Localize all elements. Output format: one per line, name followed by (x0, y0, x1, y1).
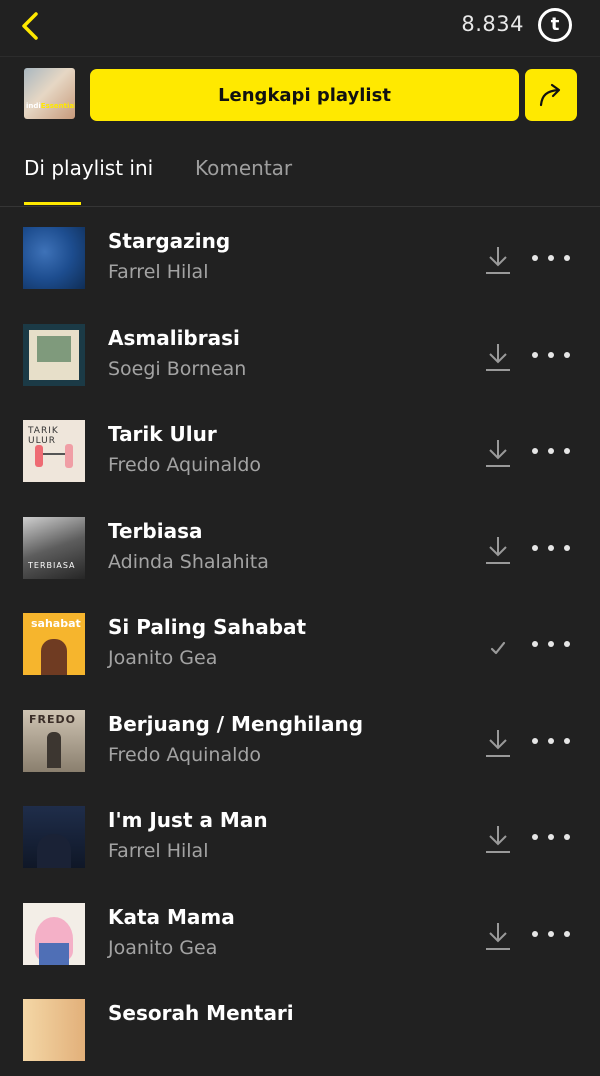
song-artist: Farrel Hilal (108, 261, 209, 283)
more-options-icon[interactable] (532, 633, 570, 655)
song-cover (23, 323, 85, 386)
more-options-icon[interactable] (532, 440, 570, 462)
coin-count: 8.834 (461, 12, 524, 36)
song-row[interactable]: sahabat Si Paling Sahabat Joanito Gea (0, 593, 600, 690)
song-row[interactable]: TARIK ULUR Tarik Ulur Fredo Aquinaldo (0, 400, 600, 497)
song-cover (23, 999, 85, 1061)
complete-playlist-button[interactable]: Lengkapi playlist (90, 69, 519, 121)
song-cover (23, 227, 85, 289)
tab-comments[interactable]: Komentar (195, 156, 292, 180)
song-cover: FREDO (23, 709, 85, 772)
song-cover: TERBIASA (23, 516, 85, 579)
song-title: Tarik Ulur (108, 422, 217, 446)
song-title: Si Paling Sahabat (108, 615, 307, 639)
song-title: Asmalibrasi (108, 325, 240, 350)
song-row[interactable]: TERBIASA Terbiasa Adinda Shalahita (0, 497, 600, 594)
tab-in-playlist[interactable]: Di playlist ini (24, 156, 153, 180)
download-icon[interactable] (484, 728, 512, 760)
playlist-cover-label: indiEssentials (26, 102, 75, 110)
song-cover (23, 806, 85, 868)
more-options-icon[interactable] (532, 923, 570, 945)
song-list: Stargazing Farrel Hilal Asmalibrasi Soeg… (0, 207, 600, 1076)
song-cover: sahabat (23, 613, 85, 675)
song-artist: Joanito Gea (108, 936, 218, 959)
song-cover (23, 902, 85, 965)
song-row[interactable]: Asmalibrasi Soegi Bornean (0, 304, 600, 401)
more-options-icon[interactable] (532, 537, 570, 559)
download-icon[interactable] (484, 438, 512, 470)
song-artist: Soegi Bornean (108, 357, 247, 380)
download-icon[interactable] (484, 535, 512, 567)
song-row[interactable]: Stargazing Farrel Hilal (0, 207, 600, 304)
coin-icon[interactable]: t (538, 8, 572, 42)
song-artist: Fredo Aquinaldo (108, 454, 262, 476)
download-icon[interactable] (484, 245, 512, 277)
song-cover: TARIK ULUR (23, 420, 85, 482)
song-title: Berjuang / Menghilang (108, 711, 364, 736)
active-tab-indicator (24, 202, 81, 205)
tab-bar: Di playlist ini Komentar (0, 134, 600, 207)
playlist-action-row: indiEssentials Lengkapi playlist (0, 56, 600, 134)
chevron-left-icon (22, 12, 38, 40)
back-button[interactable] (14, 8, 46, 44)
song-artist: Fredo Aquinaldo (108, 743, 262, 766)
top-bar: 8.834 t (0, 0, 600, 57)
song-title: Terbiasa (108, 518, 203, 543)
coin-icon-letter: t (550, 13, 560, 35)
song-row[interactable]: Sesorah Mentari (0, 979, 600, 1076)
downloaded-check-icon (490, 641, 506, 655)
song-title: Stargazing (108, 229, 231, 253)
song-title: I'm Just a Man (108, 808, 268, 832)
download-icon[interactable] (484, 824, 512, 856)
song-artist: Farrel Hilal (108, 840, 209, 862)
song-title: Sesorah Mentari (108, 1001, 294, 1025)
download-icon[interactable] (484, 921, 512, 953)
share-button[interactable] (525, 69, 577, 121)
song-row[interactable]: FREDO Berjuang / Menghilang Fredo Aquina… (0, 690, 600, 787)
song-artist: Adinda Shalahita (108, 550, 269, 573)
download-icon[interactable] (484, 342, 512, 374)
more-options-icon[interactable] (532, 247, 570, 269)
playlist-cover[interactable]: indiEssentials (24, 68, 75, 119)
song-row[interactable]: Kata Mama Joanito Gea (0, 883, 600, 980)
song-title: Kata Mama (108, 904, 235, 929)
more-options-icon[interactable] (532, 730, 570, 752)
share-arrow-icon (539, 83, 561, 107)
more-options-icon[interactable] (532, 344, 570, 366)
more-options-icon[interactable] (532, 826, 570, 848)
song-artist: Joanito Gea (108, 647, 218, 669)
song-row[interactable]: I'm Just a Man Farrel Hilal (0, 786, 600, 883)
